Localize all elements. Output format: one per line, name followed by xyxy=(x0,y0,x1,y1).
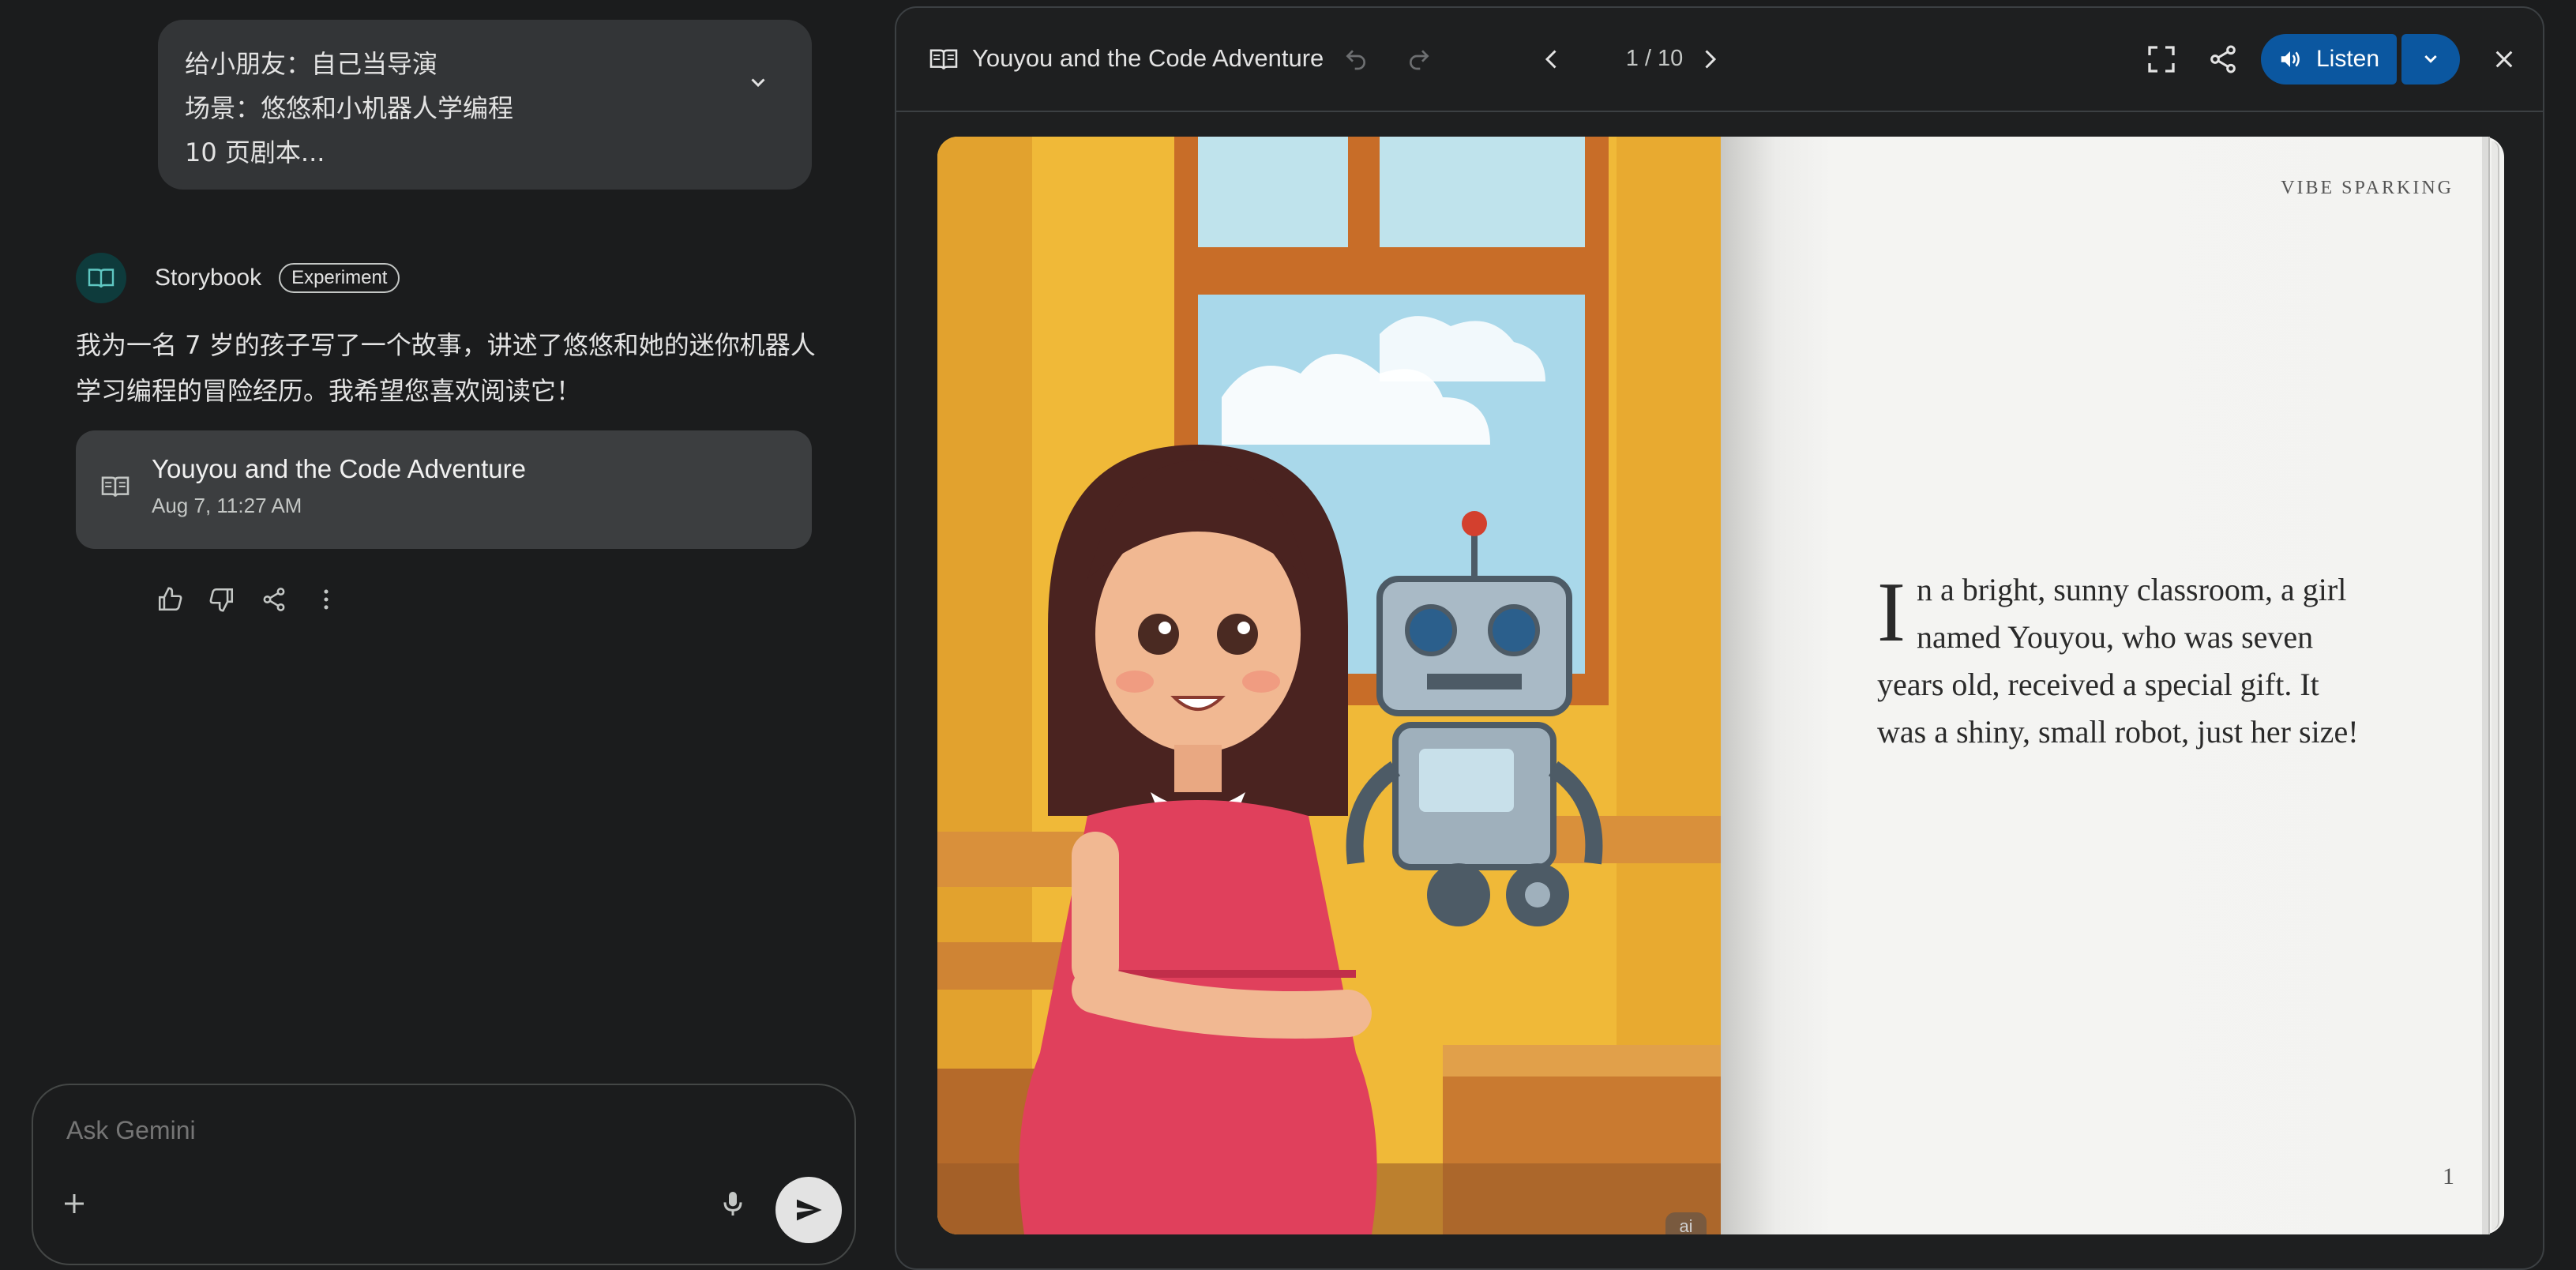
thumbs-down-icon[interactable] xyxy=(207,584,237,614)
next-page-icon[interactable] xyxy=(1695,45,1724,73)
mic-icon[interactable] xyxy=(717,1188,749,1219)
story-illustration: ai xyxy=(937,137,1721,1234)
response-actions xyxy=(155,584,341,614)
experiment-badge: Experiment xyxy=(279,263,400,293)
storybook-avatar-icon xyxy=(76,253,126,303)
page-edge xyxy=(2482,137,2490,1234)
open-book: ai VIBE SPARKING In a bright, sunny clas… xyxy=(937,137,2504,1234)
thumbs-up-icon[interactable] xyxy=(155,584,185,614)
add-icon[interactable] xyxy=(60,1189,88,1218)
share-icon[interactable] xyxy=(259,584,289,614)
model-response-text: 我为一名 7 岁的孩子写了一个故事，讲述了悠悠和她的迷你机器人 学习编程的冒险经… xyxy=(76,322,818,414)
send-icon xyxy=(797,1199,822,1221)
viewer-toolbar: Youyou and the Code Adventure 1 / 10 Lis… xyxy=(896,8,2543,112)
drop-cap: I xyxy=(1877,565,1906,659)
book-icon xyxy=(100,474,131,499)
user-prompt-bubble: 给小朋友：自己当导演 场景：悠悠和小机器人学编程 10 页剧本... xyxy=(158,20,812,190)
user-prompt-line: 10 页剧本... xyxy=(185,137,325,167)
redo-icon[interactable] xyxy=(1406,47,1432,72)
close-icon[interactable] xyxy=(2492,47,2517,72)
prev-page-icon[interactable] xyxy=(1538,45,1566,73)
listen-options-button[interactable] xyxy=(2401,34,2460,85)
expand-chevron-icon[interactable] xyxy=(744,69,772,97)
story-text: In a bright, sunny classroom, a girl nam… xyxy=(1877,566,2367,756)
page-number: 1 xyxy=(2443,1163,2454,1189)
listen-label: Listen xyxy=(2316,46,2380,72)
page-indicator: 1 / 10 xyxy=(1625,46,1684,71)
undo-icon[interactable] xyxy=(1343,47,1369,72)
more-vert-icon[interactable] xyxy=(311,584,341,614)
model-header: Storybook Experiment xyxy=(76,253,400,303)
card-title: Youyou and the Code Adventure xyxy=(152,454,527,483)
card-date: Aug 7, 11:27 AM xyxy=(152,494,302,517)
model-name: Storybook xyxy=(155,265,262,291)
share-icon[interactable] xyxy=(2207,43,2239,75)
chevron-down-icon xyxy=(2424,54,2437,63)
user-prompt-line: 场景：悠悠和小机器人学编程 xyxy=(185,93,514,123)
send-button[interactable] xyxy=(775,1177,842,1243)
user-prompt-line: 给小朋友：自己当导演 xyxy=(185,49,438,79)
running-head: VIBE SPARKING xyxy=(2281,178,2454,198)
ask-input[interactable] xyxy=(65,1115,700,1146)
storybook-card[interactable]: Youyou and the Code Adventure Aug 7, 11:… xyxy=(76,430,812,549)
listen-button[interactable]: Listen xyxy=(2261,34,2397,85)
ai-badge: ai xyxy=(1665,1212,1707,1234)
book-icon xyxy=(928,47,959,72)
response-line: 学习编程的冒险经历。我希望您喜欢阅读它！ xyxy=(76,376,582,406)
page-edge xyxy=(2492,141,2499,1230)
fullscreen-icon[interactable] xyxy=(2146,43,2177,75)
text-page: VIBE SPARKING In a bright, sunny classro… xyxy=(1721,137,2504,1234)
prompt-box xyxy=(32,1084,856,1265)
speaker-icon xyxy=(2281,51,2300,67)
viewer-title: Youyou and the Code Adventure xyxy=(972,44,1324,72)
storybook-viewer: Youyou and the Code Adventure 1 / 10 Lis… xyxy=(895,6,2544,1270)
response-line: 我为一名 7 岁的孩子写了一个故事，讲述了悠悠和她的迷你机器人 xyxy=(76,330,816,360)
story-body: n a bright, sunny classroom, a girl name… xyxy=(1877,572,2359,750)
